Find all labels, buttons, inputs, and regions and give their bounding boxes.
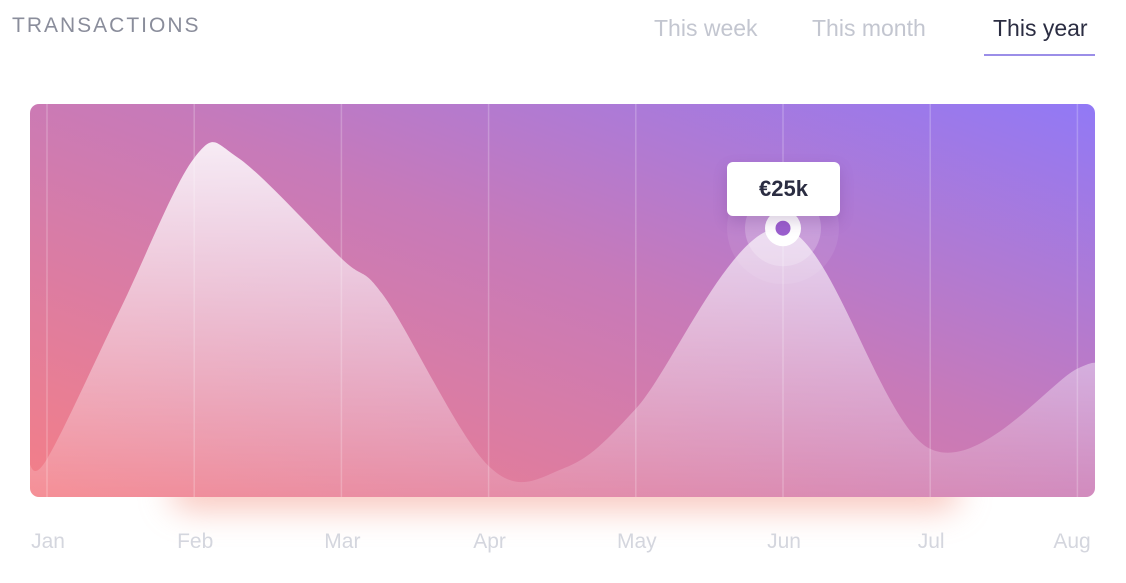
tab-this-month[interactable]: This month [812,14,926,42]
period-tabs: This week This month This year [0,0,1126,60]
x-tick-label-apr: Apr [473,530,506,553]
value-tooltip: €25k [727,162,840,216]
x-tick-label-may: May [616,530,657,553]
chart-svg [30,104,1095,497]
x-axis-labels: Jan Feb Mar Apr May Jun Jul Aug [0,530,1126,560]
marker-dot [775,220,791,236]
tab-this-year[interactable]: This year [993,14,1088,42]
x-tick-label-jun: Jun [767,530,801,553]
x-tick-label-jul: Jul [917,530,945,553]
x-tick-label-mar: Mar [324,530,361,553]
x-tick-label-aug: Aug [1053,530,1091,553]
x-tick-label-feb: Feb [177,530,214,553]
chart-card [30,104,1095,497]
active-tab-indicator [984,54,1095,56]
tab-this-week[interactable]: This week [654,14,758,42]
x-tick-label-jan: Jan [31,530,65,553]
